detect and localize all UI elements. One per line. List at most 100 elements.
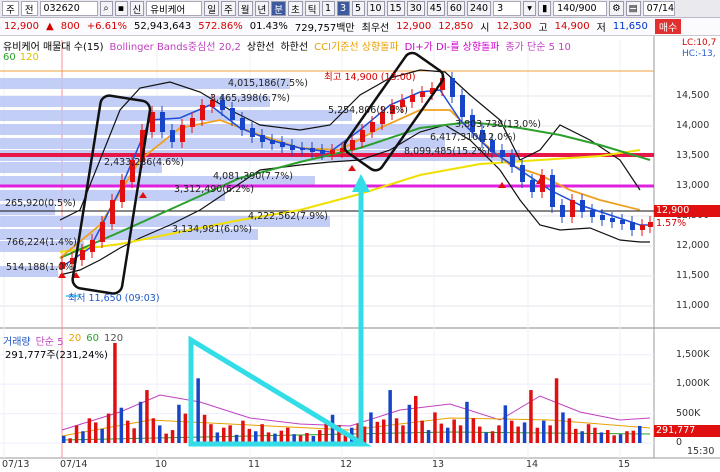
- chevron-down-icon[interactable]: ▾: [523, 1, 537, 16]
- corner-readout: LC:10,7 HC:-13,: [682, 38, 716, 60]
- interval-1-button[interactable]: 1: [321, 1, 335, 16]
- candle-body: [460, 95, 465, 117]
- volume-bar: [606, 430, 610, 443]
- volume-bar: [420, 420, 424, 443]
- volume-bar: [612, 435, 616, 443]
- candle-body: [620, 220, 625, 224]
- candle-body: [150, 112, 155, 132]
- price-tick-label: 13,000: [676, 180, 710, 191]
- volume-profile-label: 6,417,310(12.0%): [430, 132, 516, 143]
- interval-45-button[interactable]: 45: [426, 1, 445, 16]
- volume-bar: [183, 413, 188, 443]
- current-pct-tag: 1.57%: [656, 218, 687, 229]
- volume-bar: [484, 432, 488, 443]
- lock-icon[interactable]: ▪: [114, 1, 128, 16]
- interval-60-button[interactable]: 60: [446, 1, 465, 16]
- volume-bar: [478, 426, 482, 443]
- count-input[interactable]: 3: [493, 1, 522, 16]
- time-label: 15:30: [687, 446, 715, 457]
- period-minute-button[interactable]: 분: [271, 1, 286, 16]
- volume-bar: [94, 422, 98, 443]
- candle-body: [300, 148, 305, 150]
- toolbar-period-select[interactable]: 주: [2, 1, 19, 16]
- period-week-button[interactable]: 주: [221, 1, 236, 16]
- volume-bar: [567, 418, 572, 443]
- candle-body: [260, 135, 265, 142]
- total-volume: 52,943,643: [133, 21, 192, 32]
- interval-30-button[interactable]: 30: [406, 1, 425, 16]
- trade-amount: 729,757백만: [294, 23, 355, 34]
- credit-icon[interactable]: 신: [129, 1, 145, 16]
- volume-profile-label: 5,254,806(9.9%): [328, 105, 408, 116]
- volume-bar: [407, 404, 412, 443]
- volume-profile-label: 514,188(1.0%): [6, 262, 77, 273]
- price-change-pct: +6.61%: [86, 21, 127, 32]
- volume-bar: [465, 401, 469, 443]
- buy-button[interactable]: 매수: [654, 19, 682, 34]
- candle-body: [510, 155, 515, 167]
- candle-body: [648, 222, 653, 227]
- candle-body: [160, 112, 165, 132]
- volume-bar: [394, 418, 399, 443]
- candle-body: [610, 218, 615, 222]
- volume-bar: [586, 424, 591, 443]
- interval-15-button[interactable]: 15: [386, 1, 405, 16]
- candle-body: [230, 108, 235, 120]
- volume-profile-label: 2,433,286(4.6%): [104, 157, 184, 168]
- volume-profile-label: 3,465,398(6.7%): [210, 93, 290, 104]
- quote-bar: 12,900 ▲ 800 +6.61% 52,943,643 572.86% 0…: [0, 18, 720, 36]
- period-second-button[interactable]: 초: [288, 1, 303, 16]
- price-change: 800: [60, 21, 80, 32]
- date-tick-label: 07/14: [60, 459, 88, 470]
- toolbar-prev-select[interactable]: 전: [20, 1, 38, 16]
- indicator-legend: 유비케어 매물대 수(15) Bollinger Bands중심선 20,2 상…: [3, 38, 571, 53]
- period-tick-button[interactable]: 틱: [304, 1, 320, 16]
- period-month-button[interactable]: 월: [237, 1, 253, 16]
- volume-bar: [68, 438, 72, 443]
- low-annotation: 최저 11,650 (09:03): [68, 293, 160, 304]
- calendar-icon[interactable]: ▤: [625, 1, 641, 16]
- settings-icon[interactable]: ⚙: [609, 1, 624, 16]
- volume-bar: [254, 431, 258, 443]
- volume-bar: [561, 412, 565, 443]
- interval-3-button[interactable]: 3: [336, 1, 350, 16]
- period-year-button[interactable]: 년: [254, 1, 270, 16]
- volume-bar: [151, 418, 156, 443]
- legend-bollinger[interactable]: Bollinger Bands중심선 20,2: [110, 38, 241, 53]
- stock-code-input[interactable]: 032620: [39, 1, 98, 16]
- volume-bar: [574, 428, 578, 443]
- interval-240-button[interactable]: 240: [466, 1, 492, 16]
- volume-bar: [170, 430, 175, 443]
- candle-body: [110, 200, 115, 224]
- interval-10-button[interactable]: 10: [366, 1, 385, 16]
- candle-body: [530, 180, 535, 192]
- volume-bar: [382, 419, 386, 443]
- interval-5-button[interactable]: 5: [351, 1, 365, 16]
- volume-tick-label: 1,000K: [676, 378, 710, 390]
- volume-profile-label: 3,134,981(6.0%): [172, 224, 252, 235]
- legend-name[interactable]: 유비케어 매물대 수(15): [3, 38, 104, 53]
- corner-hc: HC:-13,: [682, 49, 716, 59]
- stock-name-field[interactable]: 유비케어: [146, 1, 203, 16]
- volume-profile-label: 265,920(0.5%): [5, 198, 76, 209]
- legend-dmi[interactable]: DI+가 DI-를 상향돌파: [405, 38, 500, 53]
- price-tick-label: 13,500: [676, 150, 710, 161]
- volume-profile-label: 3,312,490(6.2%): [174, 184, 254, 195]
- date-tick-label: 10: [155, 459, 168, 470]
- range-field[interactable]: 140/900: [553, 1, 608, 16]
- volume-bar: [458, 425, 463, 443]
- volume-bar: [196, 378, 200, 443]
- date-field[interactable]: 07/14: [642, 1, 675, 16]
- volume-bar: [119, 407, 124, 443]
- volume-pct: 572.86%: [198, 21, 243, 32]
- bar-chart-icon[interactable]: ▮: [538, 1, 552, 16]
- search-icon[interactable]: ⌕: [99, 1, 113, 16]
- volume-bar: [426, 430, 431, 443]
- legend-cci[interactable]: CCI기준선 상향돌파: [314, 38, 399, 53]
- candle-body: [640, 225, 645, 230]
- legend-ma[interactable]: 종가 단순 5 10: [505, 38, 570, 53]
- period-day-button[interactable]: 일: [204, 1, 219, 16]
- volume-bar: [74, 425, 79, 443]
- open-label: 시: [480, 23, 490, 34]
- price-chart[interactable]: [0, 36, 720, 472]
